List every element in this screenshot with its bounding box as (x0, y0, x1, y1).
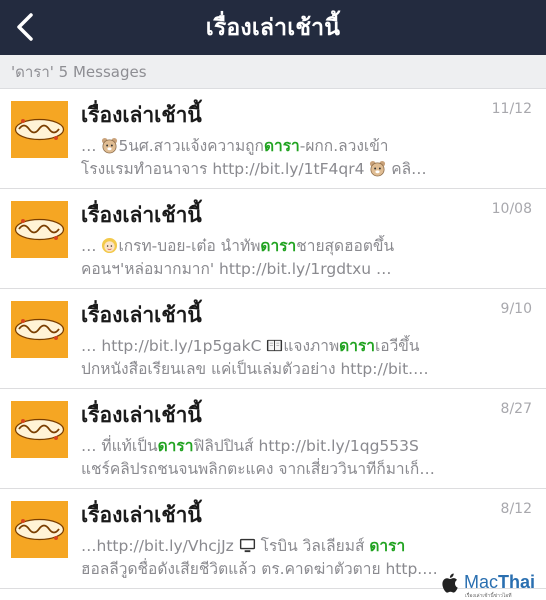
snippet-text: ฟิลิปปินส์ http://bit.ly/1qg553S (193, 437, 419, 455)
result-title: เรื่องเล่าเช้านี้ (81, 103, 202, 127)
snippet-line-2: ปกหนังสือเรียนเลข แค่เป็นเล่มตัวอย่าง ht… (81, 358, 456, 381)
snippet-line-1: …http://bit.ly/VhcjJz โรบิน วิลเลียมส์ ด… (81, 535, 456, 558)
search-highlight: ดารา (263, 137, 300, 155)
snippet-line-1: … 5นศ.สาวแจ้งความถูกดารา-ผกก.ลวงเข้า (81, 135, 456, 158)
result-date: 9/10 (500, 301, 532, 317)
message-result-row[interactable]: เรื่องเล่าเช้านี้ 9/10 … http://bit.ly/1p5… (0, 289, 546, 389)
chevron-left-icon (17, 13, 33, 41)
snippet-text: แชร์คลิปรถชนจนพลิกตะแคง จากเสี่ยววินาทีก… (81, 460, 435, 478)
snippet-text: แจงภาพ (283, 337, 340, 355)
snippet-line-2: คอนฯ'หล่อมากมาก' http://bit.ly/1rgdtxu … (81, 258, 456, 281)
snippet-text: …http://bit.ly/VhcjJz (81, 537, 239, 555)
search-highlight: ดารา (157, 437, 194, 455)
result-snippet: … 5นศ.สาวแจ้งความถูกดารา-ผกก.ลวงเข้า โรงแ… (81, 135, 456, 181)
snippet-text: คลิ… (386, 160, 427, 178)
channel-logo-icon (11, 401, 68, 458)
snippet-text: 5นศ.สาวแจ้งความถูก (118, 137, 264, 155)
bear-emoji-icon (102, 137, 118, 154)
snippet-line-1: … ที่แท้เป็นดาราฟิลิปปินส์ http://bit.ly… (81, 435, 456, 458)
channel-thumbnail (11, 201, 68, 258)
tv-emoji-icon (239, 538, 255, 553)
channel-logo-icon (11, 101, 68, 158)
snippet-text: ฮอลลีวูดชื่อดังเสียชีวิตแล้ว ตร.คาดฆ่าตั… (81, 560, 438, 578)
macthai-watermark: MacThai เรื่องเล่าเช้านี้ข่าวไอที (441, 565, 546, 600)
snippet-text: เอวีขึ้น (374, 337, 420, 355)
snippet-text: เกรท-บอย-เต๋อ นำทัพ (118, 237, 261, 255)
snippet-line-1: … http://bit.ly/1p5gakC แจงภาพดาราเอวีขึ… (81, 335, 456, 358)
result-title: เรื่องเล่าเช้านี้ (81, 203, 202, 227)
result-title: เรื่องเล่าเช้านี้ (81, 403, 202, 427)
snippet-text: … http://bit.ly/1p5gakC (81, 337, 267, 355)
result-date: 10/08 (491, 201, 532, 217)
message-result-row[interactable]: เรื่องเล่าเช้านี้ 8/27 … ที่แท้เป็นดาราฟิล… (0, 389, 546, 489)
result-snippet: … ที่แท้เป็นดาราฟิลิปปินส์ http://bit.ly… (81, 435, 456, 481)
message-result-row[interactable]: เรื่องเล่าเช้านี้ 10/08 … เกรท-บอย-เต๋อ นำ… (0, 189, 546, 289)
snippet-line-1: … เกรท-บอย-เต๋อ นำทัพดาราชายสุดฮอตขึ้น (81, 235, 456, 258)
snippet-text: โรบิน วิลเลียมส์ (255, 537, 370, 555)
channel-logo-icon (11, 501, 68, 558)
snippet-text: … (81, 137, 102, 155)
watermark-brand: MacThai (464, 572, 536, 592)
channel-thumbnail (11, 101, 68, 158)
result-title: เรื่องเล่าเช้านี้ (81, 303, 202, 327)
snippet-line-2: ฮอลลีวูดชื่อดังเสียชีวิตแล้ว ตร.คาดฆ่าตั… (81, 558, 456, 581)
girl-emoji-icon (102, 237, 118, 254)
navigation-bar: เรื่องเล่าเช้านี้ (0, 0, 546, 55)
snippet-text: ชายสุดฮอตขึ้น (296, 237, 395, 255)
result-snippet: … http://bit.ly/1p5gakC แจงภาพดาราเอวีขึ… (81, 335, 456, 381)
back-button[interactable] (8, 7, 42, 47)
result-snippet: …http://bit.ly/VhcjJz โรบิน วิลเลียมส์ ด… (81, 535, 456, 581)
channel-logo-icon (11, 301, 68, 358)
result-title: เรื่องเล่าเช้านี้ (81, 503, 202, 527)
search-highlight: ดารา (339, 337, 375, 355)
snippet-text: โรงแรมทำอนาจาร http://bit.ly/1tF4qr4 (81, 160, 370, 178)
snippet-text: … (81, 237, 102, 255)
channel-thumbnail (11, 501, 68, 558)
snippet-line-2: แชร์คลิปรถชนจนพลิกตะแคง จากเสี่ยววินาทีก… (81, 458, 456, 481)
bear-emoji-icon (370, 160, 386, 177)
page-title: เรื่องเล่าเช้านี้ (205, 14, 341, 41)
watermark-tagline: เรื่องเล่าเช้านี้ข่าวไอที (465, 593, 512, 599)
message-result-row[interactable]: เรื่องเล่าเช้านี้ 11/12 … 5นศ.สาวแจ้งความถ… (0, 89, 546, 189)
result-date: 11/12 (491, 101, 532, 117)
snippet-text: ปกหนังสือเรียนเลข แค่เป็นเล่มตัวอย่าง ht… (81, 360, 429, 378)
apple-logo-icon (442, 573, 458, 593)
search-highlight: ดารา (260, 237, 297, 255)
search-highlight: ดารา (369, 537, 406, 555)
snippet-text: -ผกก.ลวงเข้า (299, 137, 389, 155)
search-results-header: 'ดารา' 5 Messages (0, 55, 546, 89)
snippet-text: คอนฯ'หล่อมากมาก' http://bit.ly/1rgdtxu … (81, 260, 392, 278)
book-emoji-icon (267, 339, 283, 352)
result-date: 8/12 (500, 501, 532, 517)
message-results-list: เรื่องเล่าเช้านี้ 11/12 … 5นศ.สาวแจ้งความถ… (0, 89, 546, 589)
channel-thumbnail (11, 301, 68, 358)
result-date: 8/27 (500, 401, 532, 417)
channel-logo-icon (11, 201, 68, 258)
channel-thumbnail (11, 401, 68, 458)
snippet-text: … ที่แท้เป็น (81, 437, 158, 455)
snippet-line-2: โรงแรมทำอนาจาร http://bit.ly/1tF4qr4 คลิ… (81, 158, 456, 181)
result-snippet: … เกรท-บอย-เต๋อ นำทัพดาราชายสุดฮอตขึ้นคอ… (81, 235, 456, 281)
